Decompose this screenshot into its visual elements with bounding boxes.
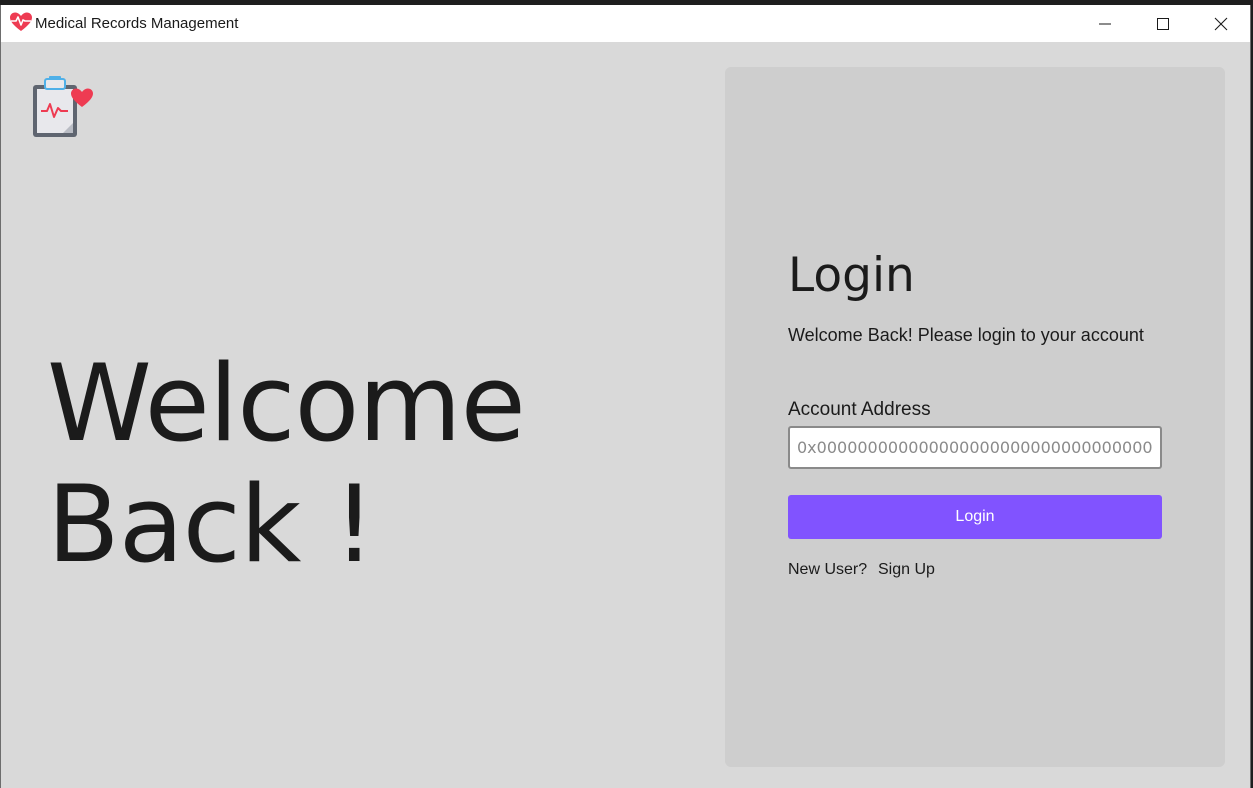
maximize-button[interactable]	[1134, 5, 1192, 42]
login-title: Login	[788, 248, 915, 303]
login-subtitle: Welcome Back! Please login to your accou…	[788, 325, 1144, 345]
close-button[interactable]	[1192, 5, 1250, 42]
welcome-heading: Welcome Back !	[47, 342, 526, 586]
login-button[interactable]: Login	[788, 495, 1162, 539]
medical-clipboard-heart-icon	[30, 73, 96, 139]
welcome-line-1: Welcome	[47, 342, 526, 465]
maximize-icon	[1157, 17, 1169, 30]
app-window: Medical Records Management Welcome Back …	[0, 5, 1251, 788]
account-address-label: Account Address	[788, 399, 931, 420]
new-user-text: New User?	[788, 561, 868, 578]
minimize-icon	[1099, 23, 1111, 24]
window-title: Medical Records Management	[35, 15, 239, 32]
close-icon	[1214, 17, 1228, 30]
title-bar[interactable]: Medical Records Management	[1, 5, 1250, 42]
welcome-line-2: Back !	[47, 463, 376, 586]
minimize-button[interactable]	[1076, 5, 1134, 42]
account-address-input[interactable]	[788, 426, 1162, 469]
login-panel: Login Welcome Back! Please login to your…	[725, 67, 1225, 767]
heart-pulse-icon	[9, 11, 33, 33]
sign-up-link[interactable]: Sign Up	[878, 561, 935, 579]
